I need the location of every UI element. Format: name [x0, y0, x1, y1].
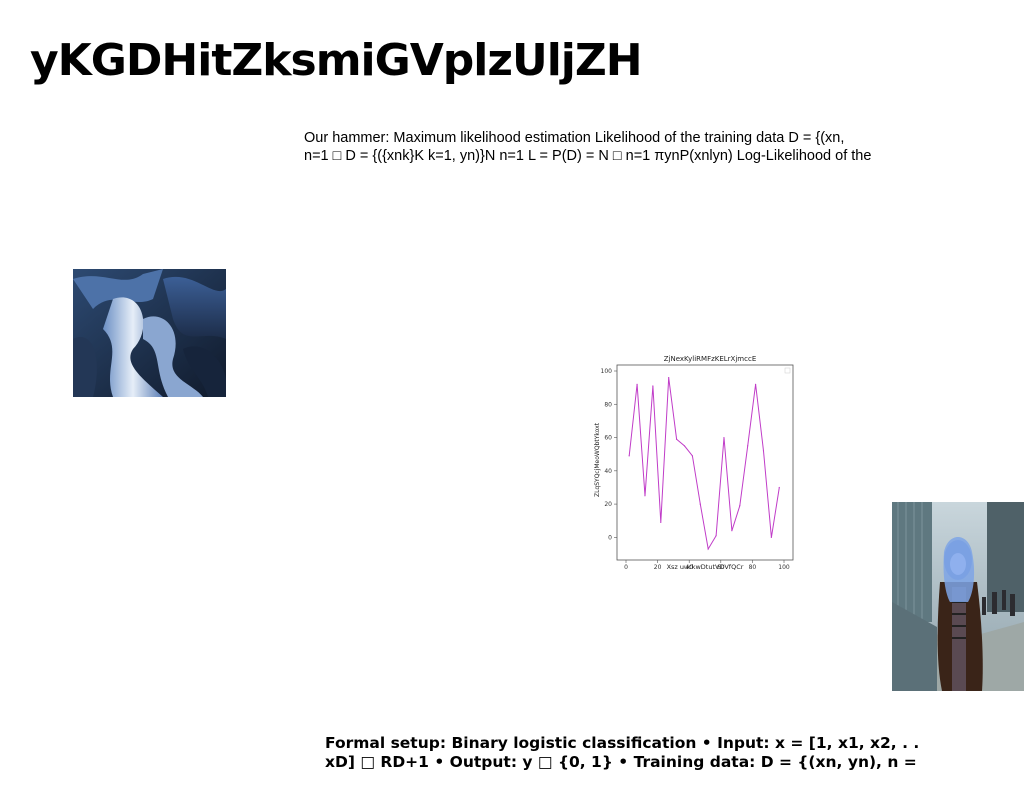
data-point: [691, 455, 693, 457]
data-point: [770, 536, 772, 538]
paragraph-line: Our hammer: Maximum likelihood estimatio…: [304, 130, 845, 146]
data-point: [731, 530, 733, 532]
y-tick-label: 60: [604, 435, 612, 442]
data-point: [628, 455, 630, 457]
data-point: [715, 535, 717, 537]
data-point: [762, 450, 765, 452]
slide-title: yKGDHitZksmiGVplzUljZH: [30, 35, 643, 86]
data-point: [644, 495, 646, 497]
y-tick-label: 100: [601, 368, 613, 375]
bottom-line: xD] □ RD+1 • Output: y □ {0, 1} • Traini…: [325, 753, 917, 771]
abstract-image: [73, 269, 226, 397]
x-axis-label: Xsz uuckwDtutVDVfQCr: [667, 563, 744, 571]
line-chart: ZjNexKyliRMFzKELrXjmccE 0 20 40 60 80 1000204…: [594, 355, 794, 571]
data-point: [739, 505, 741, 507]
x-tick-label: 80: [749, 564, 757, 571]
data-point: [754, 383, 757, 385]
data-point: [723, 436, 725, 439]
data-point: [660, 521, 662, 523]
y-tick-label: 40: [604, 468, 612, 475]
bottom-line: Formal setup: Binary logistic classifica…: [325, 734, 920, 752]
data-point: [668, 377, 670, 379]
y-tick-label: 80: [604, 401, 612, 408]
x-tick-label: 0: [624, 564, 628, 571]
data-point: [699, 503, 701, 505]
slide-paragraph: Our hammer: Maximum likelihood estimatio…: [304, 129, 934, 165]
data-point: [778, 486, 780, 489]
bottom-text: Formal setup: Binary logistic classifica…: [325, 734, 945, 772]
y-tick-label: 0: [608, 534, 612, 541]
y-tick-label: 20: [604, 501, 612, 508]
x-tick-label: 20: [654, 564, 662, 571]
y-axis-label: ZLqSYQcjMeoWQbtYkoxt: [594, 422, 601, 497]
paragraph-line: n=1 □ D = {({xnk}K k=1, yn)}N n=1 L = P(…: [304, 148, 872, 164]
data-point: [747, 445, 749, 447]
data-point: [683, 445, 686, 447]
data-point: [707, 548, 709, 550]
chart-title: ZjNexKyliRMFzKELrXjmccE: [664, 355, 757, 363]
data-point: [652, 385, 654, 387]
data-point: [675, 438, 678, 440]
data-point: [636, 383, 638, 385]
street-photo: [892, 502, 1024, 691]
x-tick-label: 100: [778, 564, 790, 571]
